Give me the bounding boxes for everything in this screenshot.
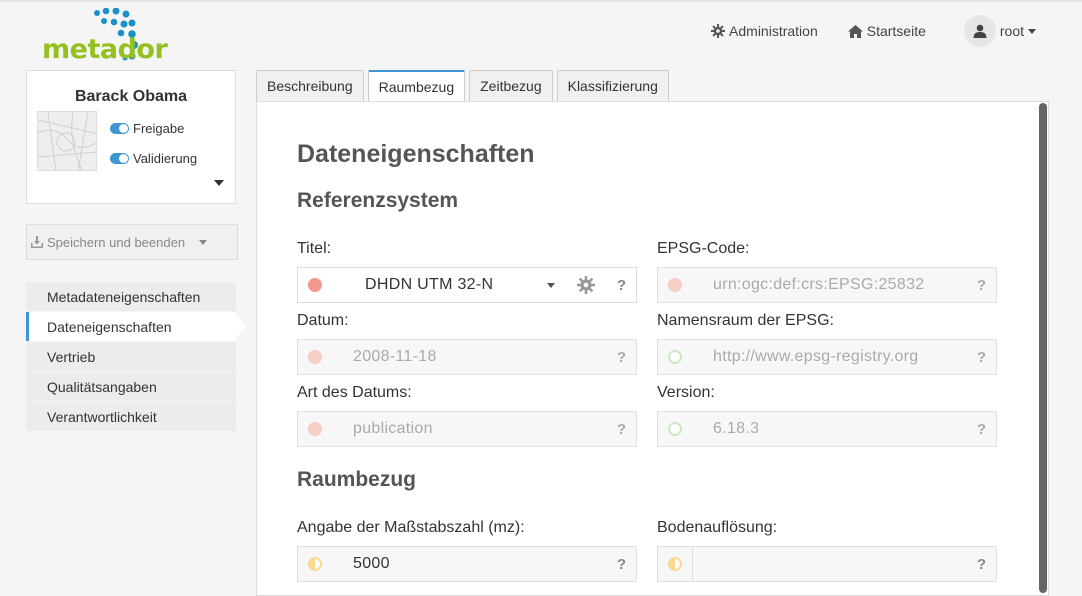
namensraum-label: Namensraum der EPSG: <box>657 312 834 329</box>
help-question-icon[interactable]: ? <box>617 556 626 573</box>
logo-text: metador <box>42 34 168 65</box>
nav-administration[interactable]: Administration <box>711 23 818 39</box>
validierung-label: Validierung <box>133 151 198 166</box>
tab-raumbezug[interactable]: Raumbezug <box>367 70 466 102</box>
namensraum-field[interactable]: http://www.epsg-registry.org ? <box>657 339 997 375</box>
input-divider <box>692 547 693 581</box>
help-question-icon[interactable]: ? <box>977 277 986 294</box>
vertical-scrollbar[interactable] <box>1039 103 1047 593</box>
titel-label: Titel: <box>297 240 332 257</box>
sidebar-item-verantwortlichkeit[interactable]: Verantwortlichkeit <box>26 402 236 431</box>
datum-value: 2008-11-18 <box>353 348 437 365</box>
help-question-icon[interactable]: ? <box>617 349 626 366</box>
card-expand-chevron-icon[interactable] <box>214 180 224 186</box>
version-value: 6.18.3 <box>713 420 760 437</box>
page-title: Dateneigenschaften <box>297 140 535 168</box>
tab-zeitbezug[interactable]: Zeitbezug <box>469 70 553 101</box>
nav-startseite-label: Startseite <box>866 23 926 39</box>
version-field[interactable]: 6.18.3 ? <box>657 411 997 447</box>
sidebar-item-qualitaetsangaben[interactable]: Qualitätsangaben <box>26 372 236 401</box>
tab-klassifizierung[interactable]: Klassifizierung <box>556 70 669 101</box>
sidebar-item-label: Metadateneigenschaften <box>47 288 201 305</box>
dataset-title: Barack Obama <box>74 88 188 105</box>
gear-icon <box>711 24 726 38</box>
massstabszahl-input[interactable]: 5000 ? <box>297 546 637 582</box>
user-menu-button[interactable]: root <box>963 15 1036 47</box>
bodenaufloesung-label: Bodenauflösung: <box>657 519 778 536</box>
top-navigation: Administration Startseite root <box>681 15 1036 47</box>
sidebar-item-label: Vertrieb <box>47 348 96 365</box>
user-name: root <box>999 23 1024 39</box>
status-indicator-icon <box>668 350 682 364</box>
chevron-down-icon[interactable] <box>546 282 555 288</box>
map-thumbnail <box>37 111 97 171</box>
metador-logo[interactable]: metador <box>42 8 168 65</box>
titel-value: DHDN UTM 32-N <box>365 276 494 293</box>
avatar <box>963 15 996 47</box>
help-question-icon[interactable]: ? <box>977 421 986 438</box>
status-indicator-icon <box>668 557 682 571</box>
sidebar-item-vertrieb[interactable]: Vertrieb <box>26 342 236 371</box>
main-panel: Dateneigenschaften Referenzsystem Titel:… <box>256 101 1049 596</box>
version-label: Version: <box>657 384 715 401</box>
sidebar-item-metadateneigenschaften[interactable]: Metadateneigenschaften <box>26 282 236 311</box>
freigabe-label: Freigabe <box>133 121 185 136</box>
validierung-switch[interactable] <box>110 153 129 164</box>
help-question-icon[interactable]: ? <box>977 349 986 366</box>
map-thumbnail-image <box>38 112 96 170</box>
status-indicator-icon <box>308 557 322 571</box>
datum-field[interactable]: 2008-11-18 ? <box>297 339 637 375</box>
help-question-icon[interactable]: ? <box>617 277 626 294</box>
status-indicator-icon <box>308 350 322 364</box>
art-des-datums-value: publication <box>353 420 433 437</box>
side-navigation: Metadateneigenschaften Dateneigenschafte… <box>26 282 236 432</box>
user-icon <box>973 24 987 38</box>
epsg-code-label: EPSG-Code: <box>657 240 750 257</box>
art-des-datums-label: Art des Datums: <box>297 384 412 401</box>
chevron-down-icon <box>1028 28 1036 34</box>
section-referenzsystem-heading: Referenzsystem <box>297 189 459 212</box>
toggle-validierung[interactable]: Validierung <box>110 151 197 166</box>
status-indicator-icon <box>668 278 682 292</box>
chevron-down-icon <box>199 239 208 245</box>
epsg-code-value: urn:ogc:def:crs:EPSG:25832 <box>713 276 925 293</box>
sidebar-item-dateneigenschaften[interactable]: Dateneigenschaften <box>26 312 236 341</box>
gear-icon[interactable] <box>576 276 595 294</box>
freigabe-switch[interactable] <box>110 123 129 134</box>
datum-label: Datum: <box>297 312 349 329</box>
art-des-datums-field[interactable]: publication ? <box>297 411 637 447</box>
sidebar-item-label: Verantwortlichkeit <box>47 408 157 425</box>
massstabszahl-label: Angabe der Maßstabszahl (mz): <box>297 519 525 536</box>
top-border <box>0 0 1082 2</box>
tab-beschreibung[interactable]: Beschreibung <box>256 70 364 101</box>
home-icon <box>847 24 863 38</box>
download-icon <box>31 236 43 248</box>
namensraum-value: http://www.epsg-registry.org <box>713 348 919 365</box>
tab-bar: Beschreibung Raumbezug Zeitbezug Klassif… <box>256 70 673 102</box>
save-and-close-button[interactable]: Speichern und beenden <box>26 224 238 260</box>
save-button-label: Speichern und beenden <box>47 234 186 250</box>
sidebar-item-label: Qualitätsangaben <box>47 378 157 395</box>
status-indicator-icon <box>668 422 682 436</box>
epsg-code-field[interactable]: urn:ogc:def:crs:EPSG:25832 ? <box>657 267 997 303</box>
titel-select[interactable]: DHDN UTM 32-N ? <box>297 267 637 303</box>
nav-startseite[interactable]: Startseite <box>847 23 926 39</box>
section-raumbezug-heading: Raumbezug <box>297 468 417 491</box>
nav-administration-label: Administration <box>729 23 818 39</box>
status-indicator-icon <box>308 278 322 292</box>
sidebar-item-label: Dateneigenschaften <box>47 318 172 335</box>
bodenaufloesung-input[interactable]: ? <box>657 546 997 582</box>
toggle-freigabe[interactable]: Freigabe <box>110 121 184 136</box>
massstabszahl-value: 5000 <box>353 555 390 572</box>
help-question-icon[interactable]: ? <box>977 556 986 573</box>
dataset-card: Barack Obama Freigabe Validierung <box>26 70 236 204</box>
status-indicator-icon <box>308 422 322 436</box>
help-question-icon[interactable]: ? <box>617 421 626 438</box>
